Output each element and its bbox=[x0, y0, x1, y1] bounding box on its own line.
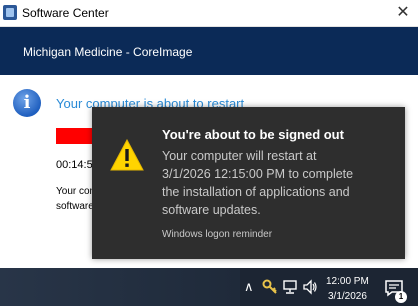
clock-date[interactable]: 3/1/2026 bbox=[328, 291, 367, 302]
toast-title: You're about to be signed out bbox=[162, 127, 344, 142]
toast-message-line-2: 3/1/2026 12:15:00 PM to complete bbox=[162, 167, 354, 181]
taskbar-apps-area bbox=[0, 268, 240, 306]
software-center-icon bbox=[3, 5, 17, 20]
signout-toast[interactable]: You're about to be signed out Your compu… bbox=[92, 107, 405, 259]
warning-icon bbox=[110, 139, 144, 171]
close-button[interactable]: ✕ bbox=[394, 3, 412, 21]
notification-count-badge: 1 bbox=[395, 291, 407, 303]
toast-message-line-1: Your computer will restart at bbox=[162, 149, 317, 163]
clock-time[interactable]: 12:00 PM bbox=[326, 276, 369, 287]
window-title: Software Center bbox=[22, 6, 109, 20]
info-icon: i bbox=[13, 89, 41, 117]
organization-name: Michigan Medicine - CoreImage bbox=[23, 45, 193, 59]
toast-message-line-4: software updates. bbox=[162, 203, 261, 217]
taskbar: ∧ 12:00 PM 3/1/2026 1 bbox=[0, 268, 418, 306]
toast-source: Windows logon reminder bbox=[162, 229, 273, 240]
toast-message-line-3: the installation of applications and bbox=[162, 185, 350, 199]
volume-icon[interactable] bbox=[302, 279, 318, 295]
title-bar: Software Center ✕ bbox=[0, 0, 418, 27]
organization-banner: Michigan Medicine - CoreImage bbox=[0, 27, 418, 75]
key-icon[interactable] bbox=[262, 279, 278, 295]
chevron-up-icon[interactable]: ∧ bbox=[244, 280, 254, 295]
network-icon[interactable] bbox=[282, 279, 298, 295]
